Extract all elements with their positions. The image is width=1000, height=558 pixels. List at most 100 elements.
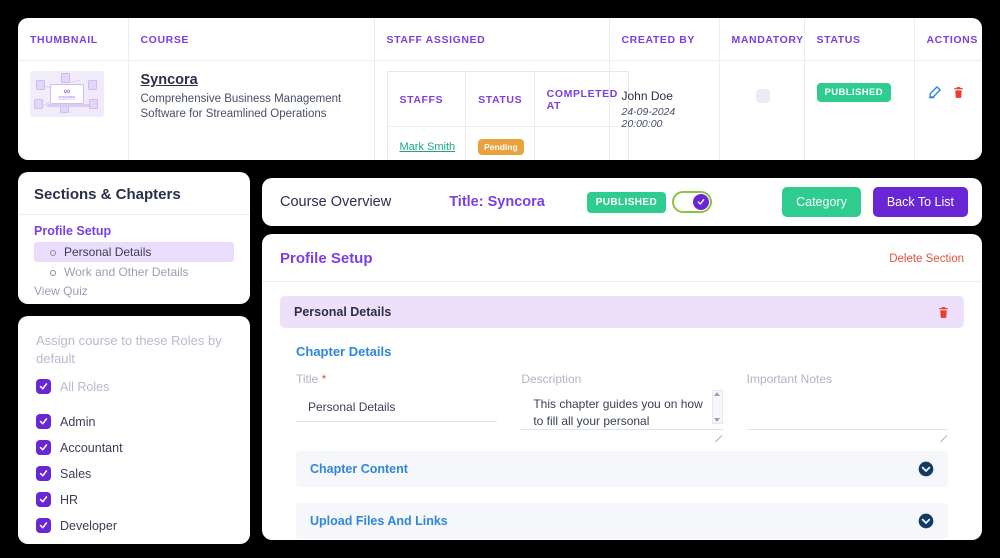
cell-mandatory	[719, 60, 805, 160]
course-overview-label: Course Overview	[280, 194, 392, 210]
app-root: THUMBNAIL COURSE STAFF ASSIGNED CREATED …	[0, 0, 1000, 558]
description-textarea[interactable]	[521, 396, 723, 430]
roles-title: Assign course to these Roles by default	[36, 333, 222, 366]
checkbox-developer[interactable]	[36, 518, 51, 533]
chevron-down-icon[interactable]	[918, 513, 934, 529]
notes-wrap	[746, 396, 948, 435]
mandatory-checkbox[interactable]	[755, 89, 770, 103]
trash-icon[interactable]	[952, 85, 965, 100]
course-title-link[interactable]: Syncora	[141, 72, 198, 88]
table-row: ∞ SYNCORA BUSINESS SUITE Syncora Compreh…	[18, 60, 982, 161]
field-description: Description	[521, 372, 723, 435]
infinity-logo-icon: ∞	[63, 85, 71, 96]
role-row-admin[interactable]: Admin	[36, 414, 232, 429]
role-row-developer[interactable]: Developer	[36, 518, 232, 533]
staff-header-row: STAFFS STATUS COMPLETED AT	[387, 71, 629, 127]
section-content-card: Profile Setup Delete Section Personal De…	[262, 234, 982, 540]
role-row-all-roles[interactable]: All Roles	[36, 379, 232, 394]
checkbox-all-roles[interactable]	[36, 379, 51, 394]
category-button[interactable]: Category	[782, 187, 861, 217]
column-header-course: COURSE	[128, 18, 375, 61]
role-label-admin: Admin	[60, 414, 96, 429]
chapter-details-panel: Chapter Details Title * Description	[280, 328, 964, 435]
column-header-staff-assigned: STAFF ASSIGNED	[374, 18, 610, 61]
role-label-all-roles: All Roles	[60, 379, 110, 394]
description-wrap	[521, 390, 723, 435]
sections-chapters-card: Sections & Chapters Profile Setup Person…	[18, 172, 250, 304]
course-description: Comprehensive Business Management Softwa…	[140, 93, 342, 120]
role-label-hr: HR	[60, 492, 79, 507]
thumbnail-tagline: BUSINESS SUITE	[58, 98, 76, 101]
field-important-notes: Important Notes	[746, 372, 948, 435]
column-header-created-by: CREATED BY	[609, 18, 720, 61]
trash-icon[interactable]	[937, 305, 950, 320]
section-body: Personal Details Chapter Details Title *	[262, 282, 982, 539]
sidebar-chapter-work-and-other-details[interactable]: Work and Other Details	[34, 262, 234, 282]
role-label-accountant: Accountant	[60, 440, 123, 455]
textarea-scrollbar[interactable]	[711, 390, 723, 424]
important-notes-label: Important Notes	[746, 372, 833, 386]
role-row-sales[interactable]: Sales	[36, 466, 232, 481]
created-by-date: 24-09-2024 20:00:00	[621, 106, 676, 130]
view-quiz-link[interactable]: View Quiz	[34, 284, 234, 298]
staff-column-header-status: STATUS	[465, 71, 535, 127]
back-to-list-button[interactable]: Back To List	[872, 187, 968, 217]
cell-status: PUBLISHED	[804, 60, 915, 160]
course-thumbnail: ∞ SYNCORA BUSINESS SUITE	[30, 71, 104, 117]
publish-toggle[interactable]	[672, 191, 713, 213]
scroll-up-icon[interactable]	[714, 392, 721, 396]
section-header: Profile Setup Delete Section	[262, 234, 982, 282]
staff-link[interactable]: Mark Smith	[400, 141, 456, 153]
chevron-down-icon[interactable]	[918, 461, 934, 477]
sections-heading: Sections & Chapters	[34, 186, 181, 203]
assign-roles-card: Assign course to these Roles by default …	[18, 316, 250, 544]
staff-status-badge: Pending	[478, 139, 524, 155]
checkbox-accountant[interactable]	[36, 440, 51, 455]
column-header-actions: ACTIONS	[914, 18, 982, 61]
checkbox-admin[interactable]	[36, 414, 51, 429]
accordion-label: Chapter Content	[310, 462, 408, 476]
required-marker: *	[321, 372, 327, 386]
edit-icon[interactable]	[927, 85, 942, 100]
chapter-header-personal-details[interactable]: Personal Details	[280, 296, 964, 328]
role-row-hr[interactable]: HR	[36, 492, 232, 507]
resize-handle-icon[interactable]	[714, 435, 722, 443]
delete-section-link[interactable]: Delete Section	[889, 253, 964, 265]
role-label-developer: Developer	[60, 518, 117, 533]
sidebar-chapter-personal-details[interactable]: Personal Details	[34, 242, 234, 262]
accordion-label: Upload Files And Links	[310, 514, 448, 528]
staff-column-header-staffs: STAFFS	[387, 71, 467, 127]
cell-staff-assigned: STAFFS STATUS COMPLETED AT Mark Smith Pe…	[374, 60, 629, 160]
staff-assigned-table: STAFFS STATUS COMPLETED AT Mark Smith Pe…	[386, 71, 629, 160]
important-notes-textarea[interactable]	[746, 396, 948, 430]
cell-actions	[914, 61, 982, 161]
role-row-accountant[interactable]: Accountant	[36, 440, 232, 455]
course-overview-bar: Course Overview Title: Syncora PUBLISHED…	[262, 178, 982, 226]
overview-actions: PUBLISHED Category Back To List	[586, 187, 968, 217]
column-header-mandatory: MANDATORY	[719, 18, 805, 61]
checkbox-hr[interactable]	[36, 492, 51, 507]
toggle-knob	[693, 194, 710, 210]
scroll-down-icon[interactable]	[714, 418, 721, 422]
cell-created-by: John Doe 24-09-2024 20:00:00	[609, 60, 720, 160]
accordion-chapter-content[interactable]: Chapter Content	[296, 451, 948, 487]
title-label-text: Title	[296, 372, 319, 386]
sidebar-section-profile-setup[interactable]: Profile Setup	[34, 224, 234, 238]
checkbox-sales[interactable]	[36, 466, 51, 481]
status-badge: PUBLISHED	[816, 83, 891, 102]
laptop-icon: ∞ SYNCORA BUSINESS SUITE	[47, 84, 89, 107]
table-header-row: THUMBNAIL COURSE STAFF ASSIGNED CREATED …	[18, 18, 982, 61]
title-label: Title *	[296, 372, 497, 386]
field-title: Title *	[296, 372, 498, 435]
accordion-upload-files-and-links[interactable]: Upload Files And Links	[296, 503, 948, 539]
created-by-name: John Doe	[621, 89, 673, 103]
cell-thumbnail: ∞ SYNCORA BUSINESS SUITE	[18, 60, 129, 160]
column-header-thumbnail: THUMBNAIL	[18, 18, 129, 61]
resize-handle-icon[interactable]	[939, 435, 947, 443]
course-overview-title: Title: Syncora	[449, 194, 545, 210]
chapter-name: Personal Details	[294, 305, 392, 319]
title-input[interactable]	[296, 396, 498, 422]
course-table: THUMBNAIL COURSE STAFF ASSIGNED CREATED …	[18, 18, 982, 160]
publish-status-pill: PUBLISHED	[586, 191, 667, 213]
